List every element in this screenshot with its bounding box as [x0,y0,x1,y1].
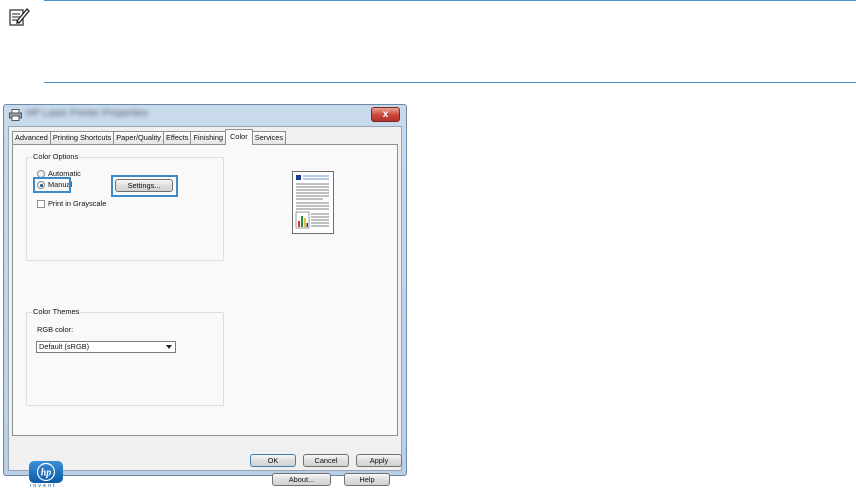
tab-finishing[interactable]: Finishing [190,131,227,144]
tab-color[interactable]: Color [225,129,253,145]
tab-effects[interactable]: Effects [163,131,192,144]
grayscale-checkbox[interactable] [37,200,45,208]
close-button[interactable]: x [371,107,400,122]
color-options-legend: Color Options [33,152,79,161]
tab-paper-quality[interactable]: Paper/Quality [113,131,164,144]
color-tab-panel: Color Options Automatic Manual Settings.… [12,144,398,489]
rgb-color-select[interactable]: Default (sRGB) [36,341,176,353]
color-themes-group: Color Themes [26,308,224,406]
tab-services[interactable]: Services [251,131,287,144]
chevron-down-icon [166,345,172,349]
note-pencil-icon [9,8,30,26]
note-bottom-rule [44,82,856,83]
hp-invent-text: invent [30,483,57,489]
note-top-rule [44,0,856,1]
document-preview [292,171,334,234]
tab-strip: Advanced Printing Shortcuts Paper/Qualit… [12,129,287,145]
about-button[interactable]: About... [272,473,331,486]
ok-button[interactable]: OK [250,454,296,467]
window-title: HP Laser Printer Properties [26,109,149,118]
tab-advanced[interactable]: Advanced [12,131,51,144]
cancel-button[interactable]: Cancel [303,454,349,467]
help-button[interactable]: Help [344,473,390,486]
document-preview-graphic [295,175,329,229]
color-themes-legend: Color Themes [33,307,80,316]
printer-icon [9,109,22,121]
settings-highlight-box [111,175,178,197]
printer-properties-dialog: HP Laser Printer Properties x Advanced P… [3,104,407,489]
title-bar[interactable]: HP Laser Printer Properties x [4,105,406,125]
rgb-color-value: Default (sRGB) [39,342,90,351]
apply-button[interactable]: Apply [356,454,402,467]
manual-highlight-box [33,177,71,193]
tab-printing-shortcuts[interactable]: Printing Shortcuts [49,131,115,144]
hp-logo-icon: hp [29,461,63,483]
rgb-color-label: RGB color: [37,325,74,334]
hp-logo-mark: hp [36,462,56,482]
grayscale-label: Print in Grayscale [48,199,107,208]
dialog-client-area: Advanced Printing Shortcuts Paper/Qualit… [8,126,402,489]
svg-text:hp: hp [41,468,52,479]
